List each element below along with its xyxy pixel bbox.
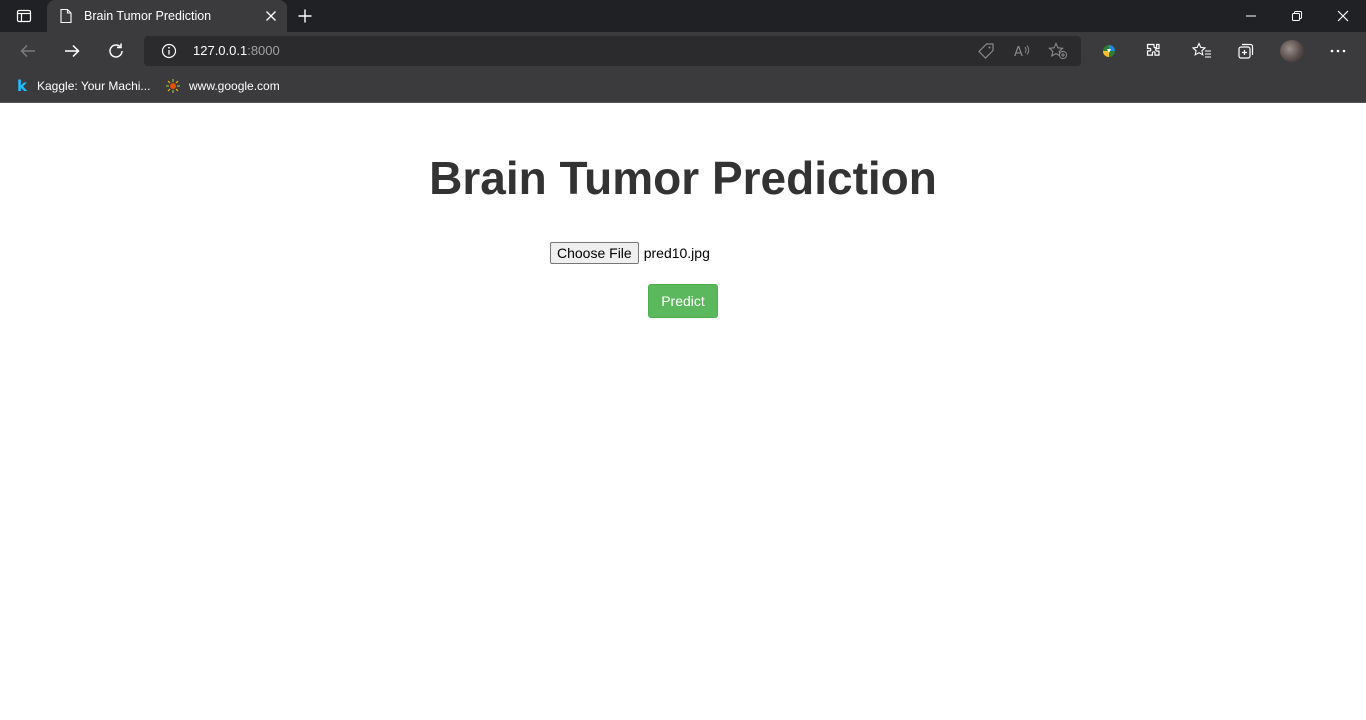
close-tab-icon[interactable]: [262, 7, 280, 25]
bookmarks-bar: k Kaggle: Your Machi... www.google.com: [0, 70, 1366, 103]
url-text[interactable]: 127.0.0.1:8000: [193, 43, 280, 59]
file-input[interactable]: Choose File pred10.jpg: [550, 242, 710, 264]
url-host: 127.0.0.1: [193, 43, 248, 58]
browser-titlebar: Brain Tumor Prediction: [0, 0, 1366, 32]
extensions-icon[interactable]: [1138, 36, 1168, 66]
close-window-icon[interactable]: [1320, 0, 1366, 32]
address-bar[interactable]: 127.0.0.1:8000 A: [144, 36, 1081, 66]
minimize-icon[interactable]: [1228, 0, 1274, 32]
more-options-icon[interactable]: [1323, 36, 1353, 66]
bookmark-label: www.google.com: [189, 79, 280, 93]
choose-file-button[interactable]: Choose File: [550, 242, 639, 264]
refresh-icon[interactable]: [101, 36, 131, 66]
read-aloud-icon[interactable]: A: [1012, 42, 1032, 60]
bookmark-label: Kaggle: Your Machi...: [37, 79, 151, 93]
restore-icon[interactable]: [1274, 0, 1320, 32]
profile-avatar[interactable]: [1280, 40, 1304, 62]
add-favorite-icon[interactable]: [1048, 42, 1068, 60]
downloader-extension-icon[interactable]: [1094, 36, 1124, 66]
browser-toolbar: 127.0.0.1:8000 A: [0, 32, 1366, 91]
predict-button[interactable]: Predict: [648, 284, 718, 318]
collections-icon[interactable]: [1231, 36, 1261, 66]
favorites-icon[interactable]: [1187, 36, 1217, 66]
bookmark-google[interactable]: www.google.com: [165, 77, 280, 95]
tab-actions-icon[interactable]: [6, 4, 42, 28]
page-title: Brain Tumor Prediction: [429, 152, 937, 204]
forward-icon[interactable]: [57, 36, 87, 66]
back-icon[interactable]: [13, 36, 43, 66]
kaggle-icon: k: [17, 77, 27, 95]
url-port: :8000: [247, 43, 280, 58]
svg-text:A: A: [1014, 45, 1023, 59]
google-icon: [165, 78, 181, 94]
active-tab[interactable]: Brain Tumor Prediction: [47, 0, 287, 32]
selected-file-name: pred10.jpg: [643, 245, 710, 261]
site-info-icon[interactable]: [161, 43, 177, 59]
price-tag-icon[interactable]: [976, 42, 996, 60]
new-tab-icon[interactable]: [293, 5, 317, 27]
page-icon: [59, 8, 73, 24]
tab-title: Brain Tumor Prediction: [84, 9, 212, 23]
bookmark-kaggle[interactable]: k Kaggle: Your Machi...: [15, 77, 150, 95]
